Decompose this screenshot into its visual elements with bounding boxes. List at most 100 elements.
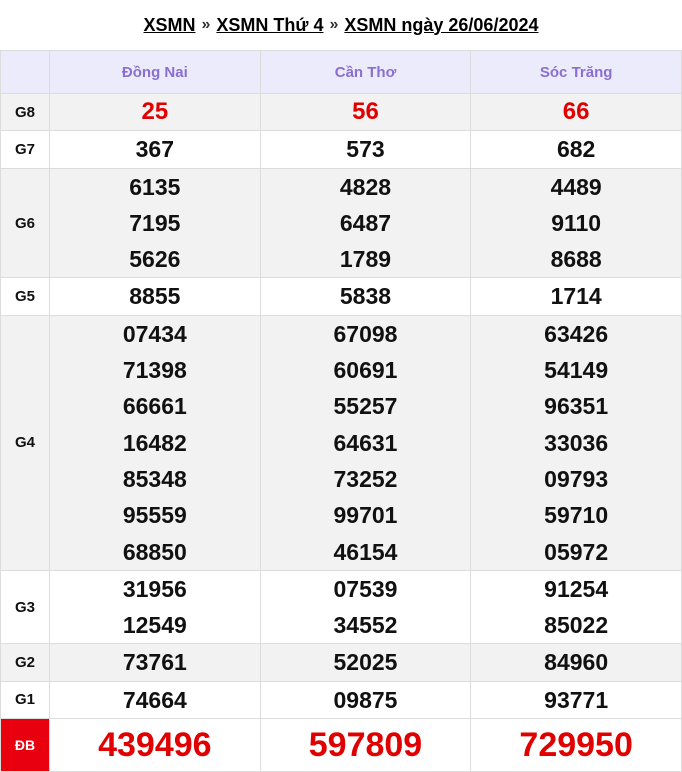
prize-cell: 597809 [259, 718, 472, 772]
prize-number: 66 [562, 98, 590, 125]
prize-number: 99701 [333, 502, 398, 529]
prize-cell: 4828 6487 1789 [259, 167, 472, 279]
prize-cell: 31956 12549 [49, 569, 261, 645]
prize-cell: 84960 [470, 643, 682, 682]
prize-number: 5626 [129, 246, 181, 273]
prize-label: G6 [0, 167, 50, 279]
prize-number: 09793 [544, 465, 609, 492]
prize-number: 682 [556, 136, 596, 163]
prize-number: 4489 [550, 173, 602, 200]
breadcrumb-separator: » [201, 16, 211, 33]
prize-row-db: ĐB 439496 597809 729950 [0, 718, 682, 772]
prize-number: 5838 [339, 283, 392, 310]
prize-cell: 4489 9110 8688 [470, 167, 682, 279]
prize-number: 367 [135, 136, 175, 163]
prize-label: G4 [0, 314, 50, 571]
prize-number: 573 [346, 136, 385, 163]
column-header-can-tho: Cần Thơ [259, 50, 472, 94]
prize-number: 7195 [129, 209, 181, 236]
prize-number: 8855 [129, 283, 181, 310]
prize-cell: 73761 [49, 643, 261, 682]
prize-number: 73252 [333, 465, 398, 492]
prize-cell: 07539 34552 [259, 569, 472, 645]
prize-number: 33036 [544, 429, 609, 456]
prize-number: 74664 [122, 686, 187, 713]
prize-cell: 66 [470, 92, 682, 132]
prize-number: 73761 [122, 649, 187, 676]
prize-row-g4: G4 07434 71398 66661 16482 85348 95559 68850 670… [0, 314, 682, 571]
prize-cell: 573 [259, 130, 472, 169]
prize-number: 34552 [333, 612, 398, 639]
prize-number: 91254 [544, 575, 609, 602]
prize-number: 597809 [308, 725, 423, 764]
prize-row-g2: G2 73761 52025 84960 [0, 643, 682, 682]
prize-number: 54149 [544, 357, 609, 384]
breadcrumb-xsmn-thu4-link[interactable]: XSMN Thứ 4 [216, 15, 323, 36]
prize-number: 9110 [551, 209, 602, 236]
prize-label: ĐB [0, 718, 50, 772]
prize-number: 55257 [333, 393, 398, 420]
prize-number: 07434 [122, 320, 187, 347]
prize-row-g7: G7 367 573 682 [0, 130, 682, 169]
prize-number: 60691 [333, 357, 398, 384]
prize-cell: 682 [470, 130, 682, 169]
prize-number: 93771 [544, 686, 609, 713]
prize-row-g1: G1 74664 09875 93771 [0, 680, 682, 720]
breadcrumb: XSMN » XSMN Thứ 4 » XSMN ngày 26/06/2024 [0, 0, 682, 50]
prize-cell: 367 [49, 130, 261, 169]
prize-number: 96351 [544, 393, 609, 420]
prize-number: 64631 [333, 429, 398, 456]
prize-number: 09875 [333, 686, 398, 713]
prize-cell: 63426 54149 96351 33036 09793 59710 05972 [470, 314, 682, 571]
prize-number: 46154 [333, 538, 398, 565]
prize-number: 85348 [122, 465, 187, 492]
breadcrumb-separator: » [329, 16, 339, 33]
column-header-dong-nai: Đồng Nai [49, 50, 261, 94]
prize-number: 25 [141, 98, 169, 125]
prize-row-g3: G3 31956 12549 07539 34552 91254 85022 [0, 569, 682, 645]
prize-label: G3 [0, 569, 50, 645]
prize-number: 1714 [550, 283, 602, 310]
prize-cell: 91254 85022 [470, 569, 682, 645]
prize-number: 16482 [122, 429, 187, 456]
prize-cell: 07434 71398 66661 16482 85348 95559 68850 [49, 314, 261, 571]
prize-number: 71398 [122, 357, 187, 384]
prize-cell: 439496 [49, 718, 261, 772]
prize-number: 95559 [122, 502, 187, 529]
header-row: Đồng Nai Cần Thơ Sóc Trăng [0, 50, 682, 94]
prize-number: 63426 [544, 320, 609, 347]
prize-number: 4828 [339, 173, 392, 200]
prize-number: 12549 [122, 612, 187, 639]
prize-number: 68850 [122, 538, 187, 565]
prize-number: 6487 [339, 209, 392, 236]
prize-number: 6135 [129, 173, 181, 200]
prize-cell: 52025 [259, 643, 472, 682]
prize-cell: 74664 [49, 680, 261, 720]
prize-number: 85022 [544, 612, 609, 639]
prize-number: 52025 [333, 649, 398, 676]
prize-cell: 25 [49, 92, 261, 132]
prize-number: 07539 [333, 575, 398, 602]
prize-number: 1789 [339, 246, 392, 273]
prize-cell: 8855 [49, 277, 261, 316]
column-header-soc-trang: Sóc Trăng [470, 50, 682, 94]
prize-label: G2 [0, 643, 50, 682]
prize-cell: 6135 7195 5626 [49, 167, 261, 279]
prize-cell: 67098 60691 55257 64631 73252 99701 46154 [259, 314, 472, 571]
prize-number: 729950 [519, 725, 633, 764]
results-table: Đồng Nai Cần Thơ Sóc Trăng G8 25 56 66 G7 367… [0, 50, 682, 772]
breadcrumb-xsmn-link[interactable]: XSMN [144, 15, 196, 36]
prize-number: 05972 [544, 538, 609, 565]
prize-row-g8: G8 25 56 66 [0, 92, 682, 132]
prize-cell: 56 [259, 92, 472, 132]
breadcrumb-xsmn-date-link[interactable]: XSMN ngày 26/06/2024 [344, 15, 538, 36]
prize-number: 59710 [544, 502, 609, 529]
prize-cell: 09875 [259, 680, 472, 720]
prize-number: 84960 [544, 649, 609, 676]
prize-number: 66661 [122, 393, 187, 420]
prize-label: G5 [0, 277, 50, 316]
prize-number: 439496 [98, 725, 212, 764]
prize-row-g5: G5 8855 5838 1714 [0, 277, 682, 316]
header-corner-cell [0, 50, 50, 94]
prize-number: 8688 [550, 246, 602, 273]
